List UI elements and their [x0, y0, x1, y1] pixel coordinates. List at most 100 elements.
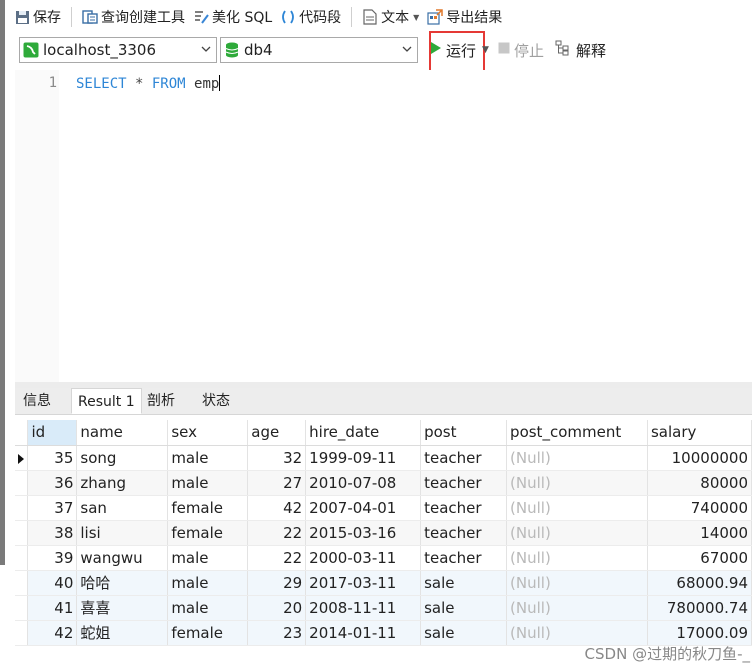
table-cell[interactable]: male	[167, 595, 249, 621]
table-row[interactable]: 36 zhang male 27 2010-07-08 teacher (Null) 8000…	[15, 470, 752, 496]
column-header[interactable]: id	[27, 420, 78, 446]
table-cell[interactable]: (Null)	[506, 520, 648, 546]
table-cell[interactable]: 1999-09-11	[305, 445, 422, 471]
table-cell[interactable]: female	[167, 520, 249, 546]
table-cell[interactable]: male	[167, 470, 249, 496]
table-cell[interactable]: (Null)	[506, 620, 648, 646]
table-cell[interactable]: male	[167, 545, 249, 571]
table-cell[interactable]: 2000-03-11	[305, 545, 422, 571]
row-marker[interactable]	[15, 595, 29, 621]
column-header[interactable]: age	[247, 420, 307, 446]
table-row[interactable]: 42 蛇姐 female 23 2014-01-11 sale (Null) 17000.09	[15, 620, 752, 646]
table-cell[interactable]: female	[167, 495, 249, 521]
table-cell[interactable]: (Null)	[506, 570, 648, 596]
table-cell[interactable]: 42	[247, 495, 307, 521]
connection-select[interactable]: localhost_3306	[19, 37, 217, 63]
table-cell[interactable]: 哈哈	[76, 570, 169, 596]
column-header[interactable]: hire_date	[305, 420, 422, 446]
table-row[interactable]: 35 song male 32 1999-09-11 teacher (Null) 10000…	[15, 445, 752, 471]
table-cell[interactable]: teacher	[420, 520, 508, 546]
table-cell[interactable]: 喜喜	[76, 595, 169, 621]
table-cell[interactable]: 2010-07-08	[305, 470, 422, 496]
sql-editor[interactable]: 1 SELECT * FROM emp	[15, 70, 752, 382]
table-cell[interactable]: 14000	[647, 520, 752, 546]
stop-button[interactable]: 停止	[498, 39, 544, 61]
table-cell[interactable]: 42	[27, 620, 78, 646]
table-cell[interactable]: 38	[27, 520, 78, 546]
row-marker[interactable]	[15, 545, 29, 571]
run-button[interactable]: 运行	[430, 39, 476, 61]
code-line[interactable]: SELECT * FROM emp	[76, 75, 221, 92]
table-cell[interactable]: teacher	[420, 545, 508, 571]
result-grid[interactable]: id name sex age hire_date post post_comm…	[15, 420, 752, 670]
table-row[interactable]: 39 wangwu male 22 2000-03-11 teacher (Null) 670…	[15, 545, 752, 571]
table-cell[interactable]: (Null)	[506, 595, 648, 621]
explain-button[interactable]: 解释	[555, 39, 606, 61]
table-row[interactable]: 37 san female 42 2007-04-01 teacher (Null) 7400…	[15, 495, 752, 521]
table-cell[interactable]: san	[76, 495, 169, 521]
table-cell[interactable]: 2007-04-01	[305, 495, 422, 521]
table-cell[interactable]: 22	[247, 545, 307, 571]
table-cell[interactable]: 2014-01-11	[305, 620, 422, 646]
column-header[interactable]: sex	[167, 420, 249, 446]
table-cell[interactable]: male	[167, 445, 249, 471]
table-cell[interactable]: 10000000	[647, 445, 752, 471]
table-cell[interactable]: 23	[247, 620, 307, 646]
table-cell[interactable]: (Null)	[506, 470, 648, 496]
table-cell[interactable]: 780000.74	[647, 595, 752, 621]
table-cell[interactable]: 67000	[647, 545, 752, 571]
table-cell[interactable]: 2008-11-11	[305, 595, 422, 621]
table-cell[interactable]: 80000	[647, 470, 752, 496]
beautify-sql-button[interactable]: 美化 SQL	[189, 4, 276, 30]
tab-result-1[interactable]: Result 1	[71, 388, 142, 414]
row-marker[interactable]	[15, 520, 29, 546]
column-header[interactable]: name	[76, 420, 169, 446]
row-marker[interactable]	[15, 620, 29, 646]
table-cell[interactable]: sale	[420, 620, 508, 646]
table-row[interactable]: 40 哈哈 male 29 2017-03-11 sale (Null) 68000.94	[15, 570, 752, 596]
row-marker[interactable]	[15, 470, 29, 496]
tab-profile[interactable]: 剖析	[141, 388, 181, 414]
table-cell[interactable]: 35	[27, 445, 78, 471]
row-marker[interactable]	[15, 495, 29, 521]
table-cell[interactable]: 17000.09	[647, 620, 752, 646]
table-cell[interactable]: female	[167, 620, 249, 646]
table-cell[interactable]: 20	[247, 595, 307, 621]
column-header[interactable]: post	[420, 420, 508, 446]
run-dropdown-icon[interactable]: ▼	[482, 45, 489, 55]
table-cell[interactable]: (Null)	[506, 445, 648, 471]
database-select[interactable]: db4	[220, 37, 418, 63]
table-cell[interactable]: teacher	[420, 495, 508, 521]
tab-status[interactable]: 状态	[196, 388, 236, 414]
table-cell[interactable]: 740000	[647, 495, 752, 521]
table-cell[interactable]: 蛇姐	[76, 620, 169, 646]
table-cell[interactable]: 37	[27, 495, 78, 521]
table-cell[interactable]: 68000.94	[647, 570, 752, 596]
query-builder-button[interactable]: 查询创建工具	[78, 4, 189, 30]
table-cell[interactable]: wangwu	[76, 545, 169, 571]
table-cell[interactable]: 41	[27, 595, 78, 621]
table-cell[interactable]: zhang	[76, 470, 169, 496]
table-cell[interactable]: 22	[247, 520, 307, 546]
table-cell[interactable]: sale	[420, 595, 508, 621]
table-cell[interactable]: (Null)	[506, 495, 648, 521]
table-cell[interactable]: lisi	[76, 520, 169, 546]
row-marker[interactable]	[15, 570, 29, 596]
table-cell[interactable]: (Null)	[506, 545, 648, 571]
table-cell[interactable]: teacher	[420, 470, 508, 496]
table-cell[interactable]: male	[167, 570, 249, 596]
table-cell[interactable]: sale	[420, 570, 508, 596]
text-mode-button[interactable]: 文本 ▼	[358, 4, 423, 30]
table-cell[interactable]: 2015-03-16	[305, 520, 422, 546]
table-cell[interactable]: 39	[27, 545, 78, 571]
column-header[interactable]: post_comment	[506, 420, 648, 446]
table-row[interactable]: 41 喜喜 male 20 2008-11-11 sale (Null) 780000.74	[15, 595, 752, 621]
table-cell[interactable]: 2017-03-11	[305, 570, 422, 596]
column-header[interactable]: salary	[647, 420, 752, 446]
table-cell[interactable]: song	[76, 445, 169, 471]
table-cell[interactable]: 40	[27, 570, 78, 596]
table-row[interactable]: 38 lisi female 22 2015-03-16 teacher (Null) 140…	[15, 520, 752, 546]
table-cell[interactable]: 29	[247, 570, 307, 596]
table-cell[interactable]: teacher	[420, 445, 508, 471]
code-snippet-button[interactable]: 代码段	[276, 4, 345, 30]
